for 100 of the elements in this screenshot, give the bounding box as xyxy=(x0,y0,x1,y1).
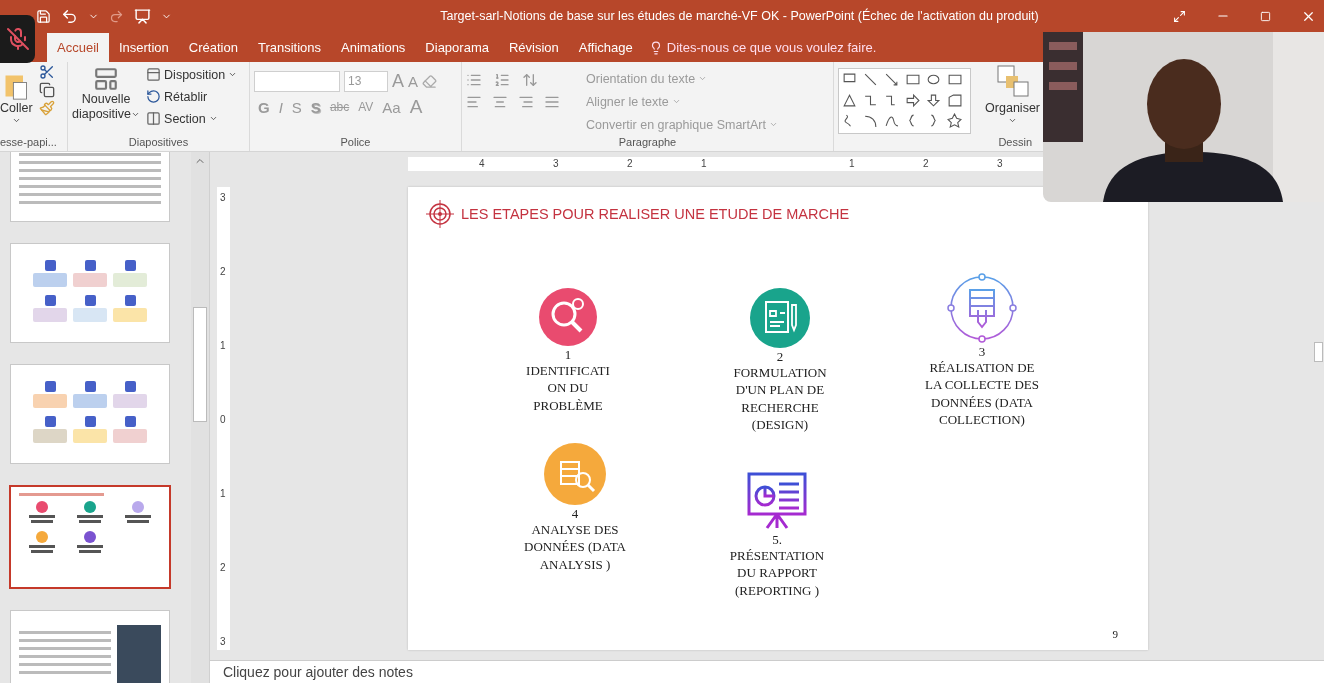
font-name-field[interactable] xyxy=(254,70,340,92)
group-label: Dessin xyxy=(997,136,1033,150)
caret-icon xyxy=(11,116,21,125)
shape-icon[interactable] xyxy=(926,92,941,108)
slide-thumbnail[interactable] xyxy=(10,152,170,222)
text-direction-button[interactable]: Orientation du texte xyxy=(586,68,778,89)
shape-icon[interactable] xyxy=(884,72,899,87)
group-label: Police xyxy=(339,136,372,150)
step-number: 5. xyxy=(772,531,782,547)
ribbon-tab[interactable]: Insertion xyxy=(108,33,179,62)
step-number: 3 xyxy=(978,343,986,359)
format-button[interactable]: AV xyxy=(358,96,374,118)
shape-icon[interactable] xyxy=(947,72,962,87)
slide-thumbnail[interactable] xyxy=(10,364,170,464)
ribbon-tab[interactable]: Création xyxy=(178,33,248,62)
section-button[interactable]: Section xyxy=(146,108,238,129)
format-button[interactable]: I xyxy=(278,96,283,118)
caret-icon xyxy=(228,70,238,79)
ribbon-display-icon[interactable] xyxy=(1173,9,1186,23)
ruler-number: 3 xyxy=(997,159,1003,169)
step-number: 1 xyxy=(564,346,572,362)
new-slide-button[interactable]: Nouvelle diapositive xyxy=(72,64,141,136)
copy-icon[interactable] xyxy=(38,82,55,98)
microphone-muted-icon[interactable] xyxy=(0,15,35,63)
save-icon[interactable] xyxy=(36,8,51,24)
shape-icon[interactable] xyxy=(884,113,899,129)
restore-icon[interactable] xyxy=(1260,10,1271,22)
ruler-number: 3 xyxy=(220,192,226,203)
ribbon-tab[interactable]: Animations xyxy=(331,33,416,62)
numbering-icon[interactable] xyxy=(494,72,510,88)
redo-icon xyxy=(109,8,124,24)
shape-icon[interactable] xyxy=(905,92,920,108)
caret-icon xyxy=(1008,116,1018,125)
slide-thumbnail[interactable] xyxy=(9,485,171,589)
bullets-icon[interactable] xyxy=(466,72,482,88)
caret-icon xyxy=(131,110,141,119)
group-label: esse-papi... xyxy=(0,136,58,150)
shape-icon[interactable] xyxy=(842,92,857,108)
ribbon-tab[interactable]: Diaporama xyxy=(415,33,499,62)
slide-thumbnail[interactable] xyxy=(10,610,170,683)
notes-field[interactable]: Cliquez pour ajouter des notes xyxy=(210,659,1324,683)
format-button[interactable]: A xyxy=(409,96,423,118)
ruler-number: 1 xyxy=(220,340,226,351)
slideshow-icon[interactable] xyxy=(134,7,151,25)
format-button[interactable]: abc xyxy=(329,96,350,118)
scrollbar-thumb[interactable] xyxy=(193,307,207,422)
ribbon-tab[interactable]: Accueil xyxy=(47,33,109,62)
paste-button[interactable]: Coller xyxy=(0,64,33,136)
ribbon-tab[interactable]: Transitions xyxy=(247,33,332,62)
slide-layout-icon xyxy=(93,66,120,92)
shape-icon[interactable] xyxy=(863,72,878,87)
line-spacing-icon[interactable] xyxy=(522,72,538,88)
justify-icon[interactable] xyxy=(544,94,560,110)
window-title: Target-sarl-Notions de base sur les études de marché-VF OK - PowerPoint (Échec de l'activation du produit) xyxy=(439,9,1040,23)
ruler-number: 1 xyxy=(701,159,707,169)
smartart-button[interactable]: Convertir en graphique SmartArt xyxy=(586,114,778,135)
step-label: FORMULATION D'UN PLAN DE RECHERCHE (DESIGN) xyxy=(733,363,827,434)
scrollbar-thumb[interactable] xyxy=(1314,342,1323,362)
section-icon xyxy=(146,111,162,126)
shape-icon[interactable] xyxy=(926,72,941,87)
shape-icon[interactable] xyxy=(947,92,962,108)
align-left-icon[interactable] xyxy=(466,94,482,110)
group-label: Paragraphe xyxy=(617,136,678,150)
step-label: RÉALISATION DE LA COLLECTE DES DONNÉES (DATA COLLECTION) xyxy=(924,358,1040,429)
database-icon xyxy=(946,271,1018,344)
align-text-button[interactable]: Aligner le texte xyxy=(586,91,778,112)
format-button[interactable]: S xyxy=(310,96,321,118)
ruler-number: 1 xyxy=(220,488,226,499)
slide-thumbnail[interactable] xyxy=(10,243,170,343)
ruler-number: 2 xyxy=(220,266,226,277)
ribbon-tab[interactable]: Affichage xyxy=(568,33,643,62)
caret-icon xyxy=(208,114,218,123)
ribbon-tab[interactable]: Révision xyxy=(498,33,569,62)
align-center-icon[interactable] xyxy=(492,94,508,110)
cut-icon[interactable] xyxy=(38,64,55,80)
shape-icon[interactable] xyxy=(947,113,962,129)
shape-icon[interactable] xyxy=(905,72,920,87)
step-label: IDENTIFICATI ON DU PROBLÈME xyxy=(526,361,610,415)
align-right-icon[interactable] xyxy=(518,94,534,110)
step-label: PRÉSENTATION DU RAPPORT (REPORTING ) xyxy=(729,546,825,600)
reset-icon xyxy=(146,89,162,104)
tell-me-search[interactable]: Dites-nous ce que vous voulez faire. xyxy=(648,33,877,62)
shapes-gallery[interactable] xyxy=(838,68,972,134)
format-button[interactable]: Aa xyxy=(382,96,401,118)
undo-icon[interactable] xyxy=(61,7,78,25)
format-button[interactable]: G xyxy=(258,96,270,118)
reset-button[interactable]: Rétablir xyxy=(146,86,238,107)
format-button[interactable]: S xyxy=(291,96,302,118)
page-number: 9 xyxy=(1112,627,1118,640)
ruler-number: 2 xyxy=(220,562,226,573)
caret-icon xyxy=(671,97,681,106)
ruler-number: 1 xyxy=(849,159,855,169)
shrink-font-button[interactable]: A xyxy=(408,70,419,92)
ruler-number: 2 xyxy=(923,159,929,169)
layout-button[interactable]: Disposition xyxy=(146,64,238,85)
font-size-field[interactable]: 13 xyxy=(344,70,388,92)
arrange-button[interactable]: Organiser xyxy=(985,64,1040,136)
grow-font-button[interactable]: A xyxy=(392,70,404,92)
shape-icon[interactable] xyxy=(863,113,878,129)
step-label: ANALYSE DES DONNÉES (DATA ANALYSIS ) xyxy=(524,520,626,574)
